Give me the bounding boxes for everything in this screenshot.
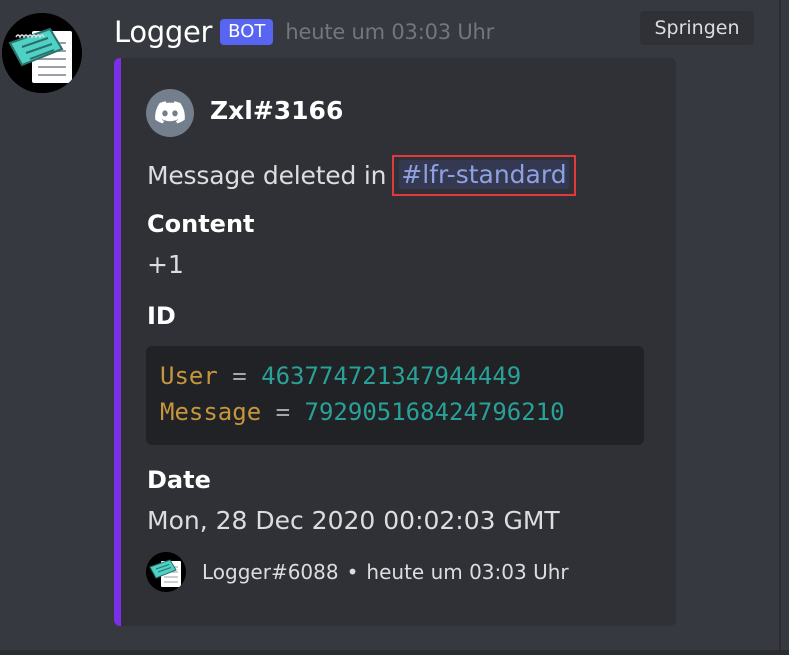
highlight-box: #lfr-standard [392, 155, 576, 196]
notepad-icon [146, 552, 186, 592]
footer-timestamp: heute um 03:03 Uhr [366, 560, 569, 584]
channel-mention[interactable]: #lfr-standard [399, 160, 569, 189]
code-line-user: User = 463774721347944449 [160, 362, 521, 390]
discord-logo-icon [146, 89, 194, 137]
field-content-value: +1 [147, 250, 184, 279]
description-text: Message deleted in [147, 161, 387, 190]
code-key: Message [160, 398, 262, 426]
field-date-name: Date [147, 466, 211, 494]
footer-separator: • [346, 560, 359, 584]
bot-avatar[interactable] [2, 13, 82, 93]
footer-text: Logger#6088 [202, 560, 339, 584]
scrollbar-divider [779, 0, 781, 655]
code-key: User [160, 362, 218, 390]
notepad-icon [2, 13, 82, 93]
field-content-name: Content [147, 210, 255, 238]
bot-badge: BOT [220, 19, 274, 45]
embed-author-name[interactable]: Zxl#3166 [210, 96, 343, 125]
embed-accent-bar [114, 58, 121, 626]
code-operator: = [232, 362, 247, 390]
id-code-block: User = 463774721347944449 Message = 7929… [146, 346, 644, 445]
message-header: Logger BOT heute um 03:03 Uhr [114, 12, 494, 52]
message-timestamp: heute um 03:03 Uhr [285, 20, 495, 44]
jump-button[interactable]: Springen [640, 11, 754, 45]
code-operator: = [275, 398, 291, 426]
author-username[interactable]: Logger [114, 15, 212, 49]
code-value: 792905168424796210 [304, 398, 565, 426]
code-value: 463774721347944449 [261, 362, 522, 390]
field-date-value: Mon, 28 Dec 2020 00:02:03 GMT [147, 506, 560, 535]
code-line-message: Message = 792905168424796210 [160, 398, 565, 426]
field-id-name: ID [147, 302, 176, 330]
embed-card: Zxl#3166 Message deleted in #lfr-standar… [114, 58, 676, 626]
bottom-divider [0, 650, 789, 655]
embed-description: Message deleted in #lfr-standard [147, 155, 576, 196]
embed-footer: Logger#6088 • heute um 03:03 Uhr [146, 552, 569, 592]
